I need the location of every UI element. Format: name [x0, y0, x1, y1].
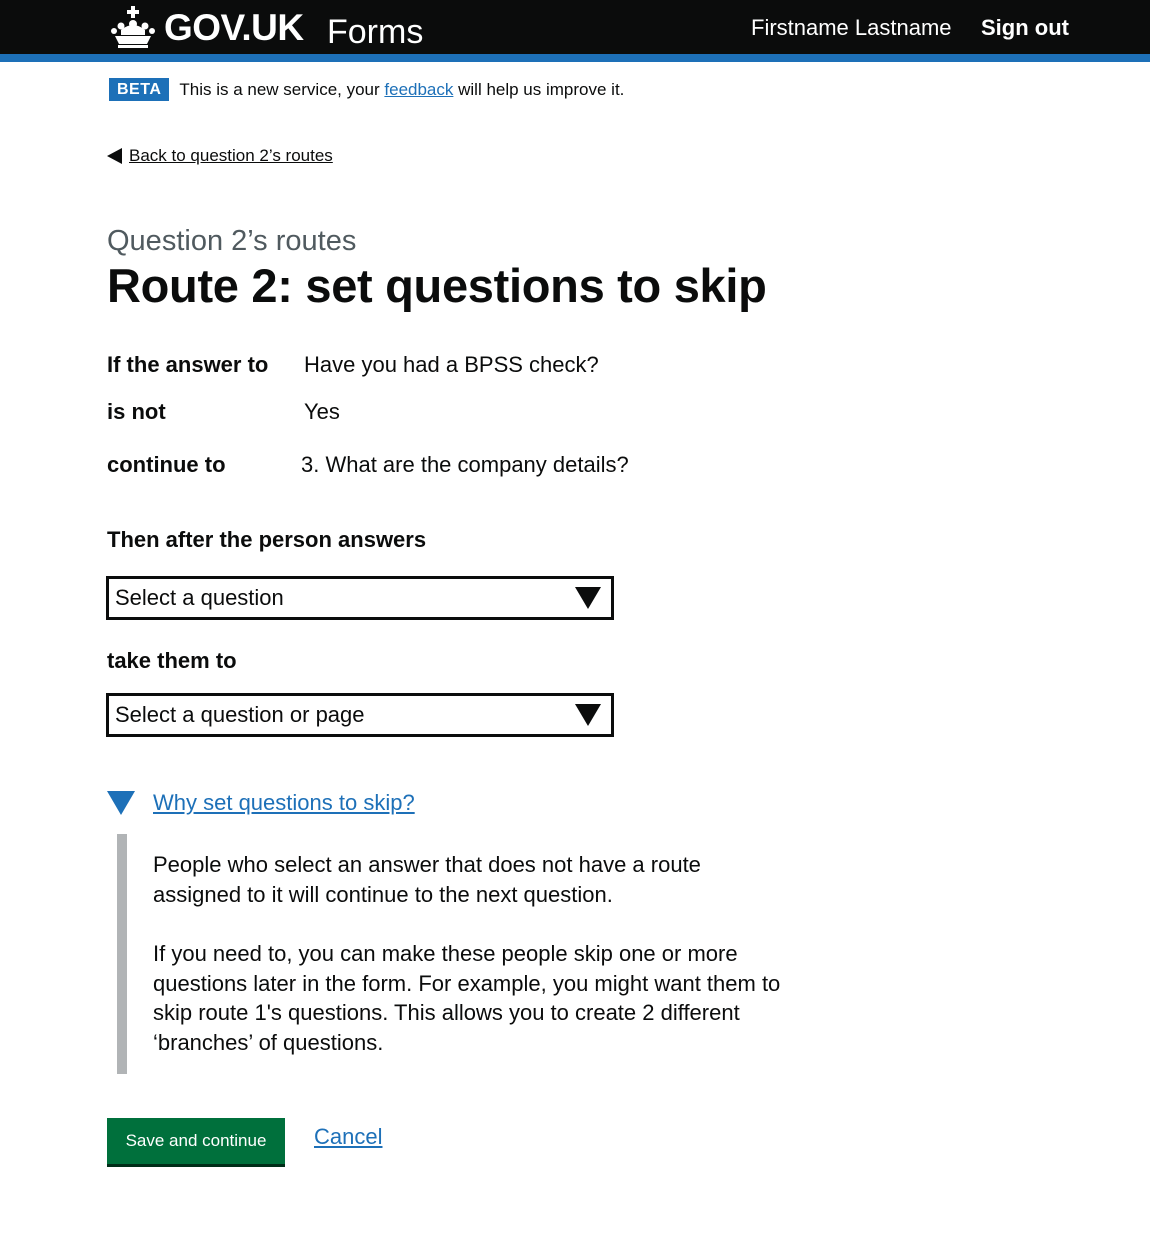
- header-blue-bar: [0, 54, 1150, 62]
- summary-value-answer: Yes: [304, 399, 340, 424]
- after-answers-selected: Select a question: [115, 585, 284, 610]
- details-paragraph-2: If you need to, you can make these peopl…: [153, 941, 781, 1055]
- phase-text-before: This is a new service, your: [179, 79, 385, 99]
- beta-tag: BETA: [109, 78, 170, 101]
- cancel-link[interactable]: Cancel: [314, 1123, 382, 1151]
- after-answers-select[interactable]: Select a question: [106, 576, 614, 620]
- chevron-down-icon: [575, 587, 601, 609]
- chevron-down-icon: [575, 704, 601, 726]
- back-link[interactable]: Back to question 2’s routes: [107, 146, 333, 166]
- details-border: [117, 834, 127, 1074]
- take-them-to-select[interactable]: Select a question or page: [106, 693, 614, 737]
- govuk-logotype[interactable]: GOV.UK: [164, 8, 304, 48]
- site-header: GOV.UK Forms Firstname Lastname Sign out: [0, 0, 1150, 54]
- summary-key-is-not: is not: [107, 399, 166, 424]
- sign-out-link[interactable]: Sign out: [981, 14, 1069, 42]
- service-name[interactable]: Forms: [327, 12, 423, 52]
- page-title: Route 2: set questions to skip: [107, 259, 767, 312]
- phase-text-after: will help us improve it.: [453, 79, 625, 99]
- save-and-continue-button[interactable]: Save and continue: [107, 1118, 285, 1164]
- back-arrow-icon: [107, 148, 122, 164]
- page-caption: Question 2’s routes: [107, 225, 357, 257]
- summary-value-continue: 3. What are the company details?: [301, 452, 629, 477]
- summary-key-answer-to: If the answer to: [107, 352, 269, 377]
- summary-value-question: Have you had a BPSS check?: [304, 352, 599, 377]
- details-open-arrow-icon: [107, 791, 135, 815]
- summary-key-continue-to: continue to: [107, 452, 226, 477]
- details-summary-link[interactable]: Why set questions to skip?: [153, 789, 415, 817]
- header-user-name: Firstname Lastname: [751, 15, 952, 40]
- after-answers-label: Then after the person answers: [107, 527, 427, 552]
- phase-banner: BETA This is a new service, your feedbac…: [109, 78, 624, 101]
- take-them-to-selected: Select a question or page: [115, 702, 365, 727]
- phase-banner-text: This is a new service, your feedback wil…: [179, 80, 624, 100]
- take-them-to-label: take them to: [107, 648, 237, 673]
- crown-logo-icon: [111, 6, 155, 48]
- details-paragraph-1: People who select an answer that does no…: [153, 852, 701, 907]
- details-summary[interactable]: Why set questions to skip?: [107, 789, 415, 817]
- back-link-text[interactable]: Back to question 2’s routes: [129, 146, 333, 166]
- feedback-link[interactable]: feedback: [384, 80, 453, 99]
